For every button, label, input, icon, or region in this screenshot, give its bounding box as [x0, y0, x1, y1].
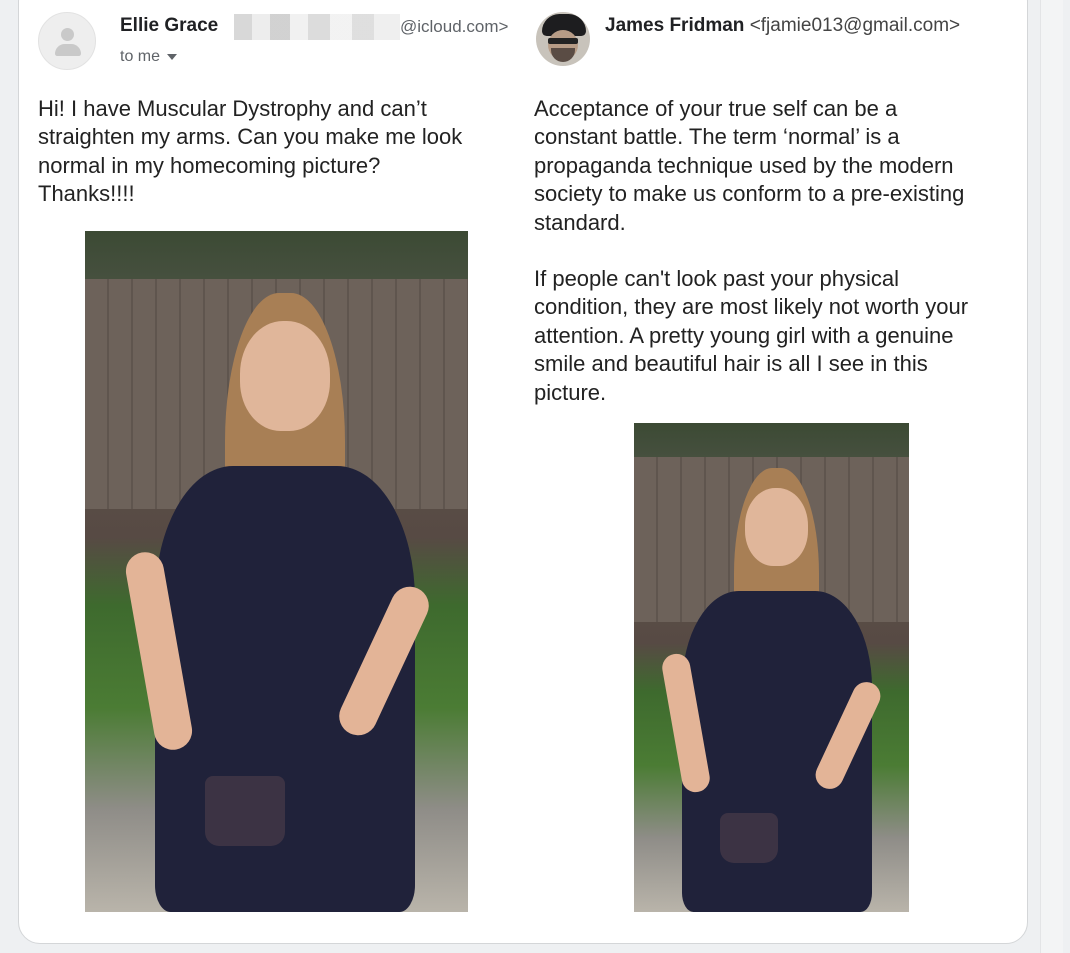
avatar-beard-shape — [551, 48, 575, 62]
message-body: Hi! I have Muscular Dystrophy and can’t … — [38, 96, 463, 207]
sender-name[interactable]: Ellie Grace — [120, 15, 218, 37]
avatar-head-shape — [61, 28, 74, 41]
scrollbar-track[interactable] — [1040, 0, 1063, 953]
attached-photo-original[interactable] — [85, 231, 468, 912]
redacted-email — [234, 14, 400, 40]
reply-sender[interactable]: James Fridman <fjamie013@gmail.com> — [605, 15, 960, 37]
reply-paragraph-1: Acceptance of your true self can be a co… — [534, 96, 965, 235]
recipient-dropdown[interactable]: to me — [120, 48, 178, 66]
attached-photo-edited[interactable] — [634, 423, 909, 912]
recipient-label: to me — [120, 48, 161, 65]
photo-face — [745, 488, 808, 566]
reply-sender-name: James Fridman — [605, 15, 745, 36]
photo-face — [240, 321, 330, 431]
caret-down-icon[interactable] — [167, 53, 178, 60]
default-user-icon[interactable] — [38, 12, 96, 70]
sender-email-domain: @icloud.com> — [400, 17, 509, 36]
profile-photo[interactable] — [536, 12, 590, 66]
photo-pouch — [205, 776, 285, 846]
photo-pouch — [720, 813, 778, 863]
avatar-shoulders-shape — [55, 44, 81, 56]
reply-sender-email: <fjamie013@gmail.com> — [749, 15, 961, 36]
avatar-glasses-shape — [548, 38, 578, 44]
reply-paragraph-2: If people can't look past your physical … — [534, 266, 969, 405]
